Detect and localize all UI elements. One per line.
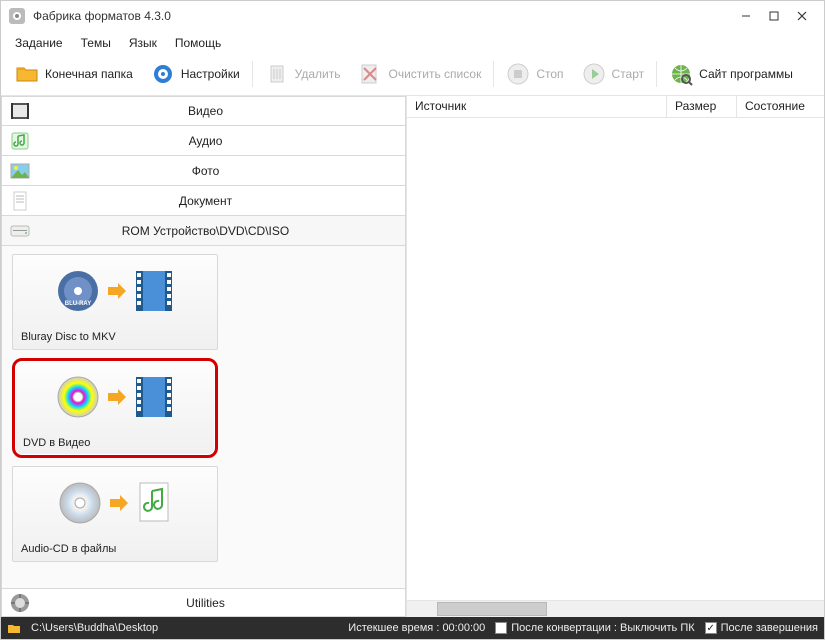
tile-graphic — [13, 467, 217, 539]
category-document[interactable]: Документ — [1, 186, 406, 216]
clear-list-label: Очистить список — [388, 67, 481, 81]
category-video-label: Видео — [38, 104, 405, 118]
stop-button: Стоп — [498, 59, 571, 89]
utilities-icon — [6, 589, 34, 617]
arrow-right-icon — [106, 280, 128, 302]
grid-header: Источник Размер Состояние — [407, 96, 824, 118]
video-icon — [6, 97, 34, 125]
separator — [493, 61, 494, 87]
menu-themes[interactable]: Темы — [73, 33, 119, 53]
grid-body — [407, 118, 824, 600]
col-source[interactable]: Источник — [407, 96, 667, 117]
audio-icon — [6, 127, 34, 155]
checkbox-icon — [495, 622, 507, 634]
app-icon — [9, 8, 25, 24]
utilities-label: Utilities — [38, 596, 405, 610]
category-photo-label: Фото — [38, 164, 405, 178]
photo-icon — [6, 157, 34, 185]
after-conversion-label: После конвертации : Выключить ПК — [511, 622, 694, 634]
category-rom[interactable]: ROM Устройство\DVD\CD\ISO — [1, 216, 406, 246]
output-folder-label: Конечная папка — [45, 67, 133, 81]
category-rom-label: ROM Устройство\DVD\CD\ISO — [38, 224, 405, 238]
right-pane: Источник Размер Состояние — [407, 96, 824, 617]
after-conversion-checkbox[interactable]: После конвертации : Выключить ПК — [495, 622, 694, 634]
film-icon — [134, 375, 174, 419]
statusbar: C:\Users\Buddha\Desktop Истекшее время :… — [1, 617, 824, 639]
titlebar: Фабрика форматов 4.3.0 — [1, 1, 824, 31]
left-pane: Видео Аудио Фото Документ ROM Устройство… — [1, 96, 407, 617]
category-audio-label: Аудио — [38, 134, 405, 148]
tile-graphic — [15, 361, 215, 433]
bluray-disc-icon: BLU-RAY — [56, 269, 100, 313]
close-button[interactable] — [788, 6, 816, 26]
menu-task[interactable]: Задание — [7, 33, 71, 53]
dvd-disc-icon — [56, 375, 100, 419]
category-utilities[interactable]: Utilities — [1, 589, 406, 617]
separator — [656, 61, 657, 87]
tile-bluray-label: Bluray Disc to MKV — [13, 327, 217, 349]
tile-audiocd-to-files[interactable]: Audio-CD в файлы — [12, 466, 218, 562]
delete-label: Удалить — [295, 67, 341, 81]
elapsed-value: 00:00:00 — [442, 622, 485, 634]
stop-icon — [506, 62, 530, 86]
checkbox-checked-icon: ✓ — [705, 622, 717, 634]
folder-icon — [15, 62, 39, 86]
settings-label: Настройки — [181, 67, 240, 81]
category-audio[interactable]: Аудио — [1, 126, 406, 156]
tile-dvd-label: DVD в Видео — [15, 433, 215, 455]
arrow-right-icon — [108, 492, 130, 514]
menubar: Задание Темы Язык Помощь — [1, 31, 824, 55]
tiles-area: BLU-RAY Bluray Disc to MKV DVD в Видео — [1, 246, 406, 589]
start-label: Старт — [612, 67, 645, 81]
tile-dvd-to-video[interactable]: DVD в Видео — [12, 358, 218, 458]
gear-icon — [151, 62, 175, 86]
category-photo[interactable]: Фото — [1, 156, 406, 186]
cd-disc-icon — [58, 481, 102, 525]
col-state[interactable]: Состояние — [737, 96, 824, 117]
delete-icon — [265, 62, 289, 86]
delete-button: Удалить — [257, 59, 349, 89]
document-icon — [6, 187, 34, 215]
tile-bluray-to-mkv[interactable]: BLU-RAY Bluray Disc to MKV — [12, 254, 218, 350]
stop-label: Стоп — [536, 67, 563, 81]
category-video[interactable]: Видео — [1, 96, 406, 126]
menu-help[interactable]: Помощь — [167, 33, 229, 53]
tile-audiocd-label: Audio-CD в файлы — [13, 539, 217, 561]
site-button[interactable]: Сайт программы — [661, 59, 801, 89]
arrow-right-icon — [106, 386, 128, 408]
main-area: Видео Аудио Фото Документ ROM Устройство… — [1, 96, 824, 617]
after-done-label: После завершения — [721, 622, 818, 634]
film-icon — [134, 269, 174, 313]
clear-icon — [358, 62, 382, 86]
col-size[interactable]: Размер — [667, 96, 737, 117]
category-document-label: Документ — [38, 194, 405, 208]
globe-icon — [669, 62, 693, 86]
maximize-button[interactable] — [760, 6, 788, 26]
status-path[interactable]: C:\Users\Buddha\Desktop — [31, 622, 158, 634]
minimize-button[interactable] — [732, 6, 760, 26]
site-label: Сайт программы — [699, 67, 793, 81]
elapsed-label: Истекшее время : — [348, 622, 439, 634]
folder-small-icon — [7, 621, 21, 635]
toolbar: Конечная папка Настройки Удалить Очистит… — [1, 55, 824, 96]
start-button: Старт — [574, 59, 653, 89]
play-icon — [582, 62, 606, 86]
tile-graphic: BLU-RAY — [13, 255, 217, 327]
separator — [252, 61, 253, 87]
scrollbar-thumb[interactable] — [437, 602, 547, 616]
output-folder-button[interactable]: Конечная папка — [7, 59, 141, 89]
audio-file-icon — [136, 481, 172, 525]
window-title: Фабрика форматов 4.3.0 — [33, 9, 732, 23]
elapsed-time: Истекшее время : 00:00:00 — [348, 622, 485, 634]
settings-button[interactable]: Настройки — [143, 59, 248, 89]
svg-text:BLU-RAY: BLU-RAY — [65, 301, 91, 307]
clear-list-button: Очистить список — [350, 59, 489, 89]
horizontal-scrollbar[interactable] — [407, 600, 824, 617]
after-done-checkbox[interactable]: ✓ После завершения — [705, 622, 818, 634]
rom-icon — [6, 217, 34, 245]
menu-language[interactable]: Язык — [121, 33, 165, 53]
